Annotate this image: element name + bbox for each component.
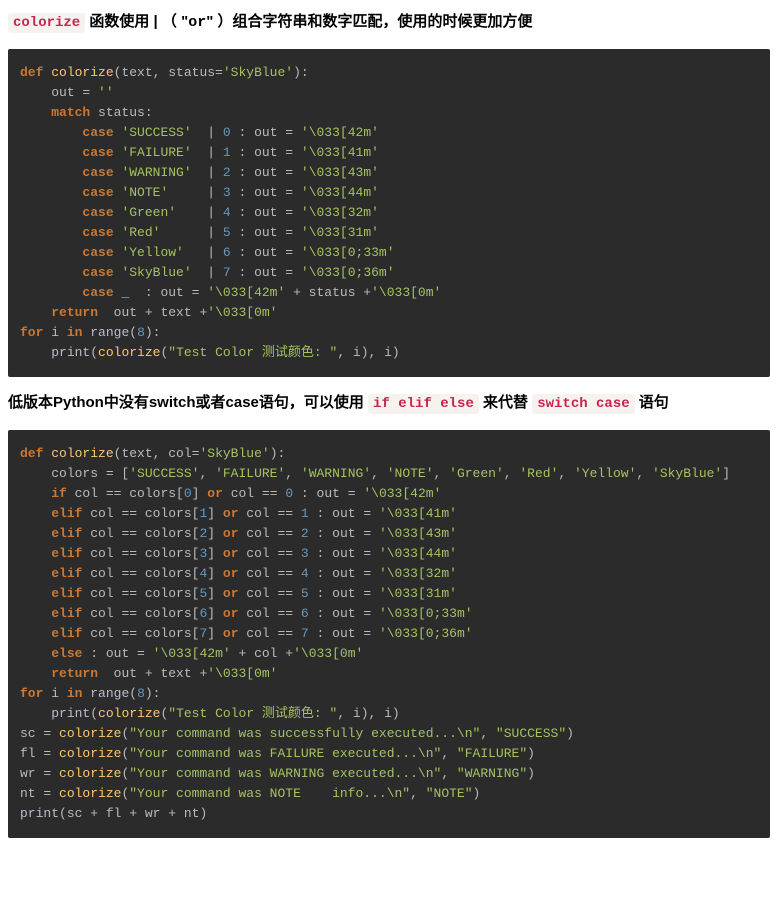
code-line: case 'FAILURE' | 1 : out = '\033[41m' (20, 143, 758, 163)
code-line: fl = colorize("Your command was FAILURE … (20, 744, 758, 764)
heading-text: " ）组合字符串和数字匹配，使用的时候更加方便 (206, 13, 532, 30)
inline-code-if-elif-else: if elif else (368, 394, 479, 414)
code-line: case 'NOTE' | 3 : out = '\033[44m' (20, 183, 758, 203)
code-line: elif col == colors[1] or col == 1 : out … (20, 504, 758, 524)
code-line: elif col == colors[2] or col == 2 : out … (20, 524, 758, 544)
code-line: elif col == colors[5] or col == 5 : out … (20, 584, 758, 604)
heading-text: 来代替 (479, 394, 532, 411)
heading-text: 语句 (635, 394, 669, 411)
code-line: elif col == colors[4] or col == 4 : out … (20, 564, 758, 584)
code-line: case 'SkyBlue' | 7 : out = '\033[0;36m' (20, 263, 758, 283)
code-line: print(colorize("Test Color 测试颜色: ", i), … (20, 343, 758, 363)
code-line: elif col == colors[6] or col == 6 : out … (20, 604, 758, 624)
code-line: elif col == colors[7] or col == 7 : out … (20, 624, 758, 644)
code-line: print(colorize("Test Color 测试颜色: ", i), … (20, 704, 758, 724)
code-line: elif col == colors[3] or col == 3 : out … (20, 544, 758, 564)
code-line: match status: (20, 103, 758, 123)
code-line: if col == colors[0] or col == 0 : out = … (20, 484, 758, 504)
code-line: wr = colorize("Your command was WARNING … (20, 764, 758, 784)
inline-code-switch-case: switch case (532, 394, 634, 414)
code-line: case 'WARNING' | 2 : out = '\033[43m' (20, 163, 758, 183)
heading-colorize-pipe-or: colorize 函数使用 | （ "or" ）组合字符串和数字匹配，使用的时候… (8, 10, 770, 35)
code-line: return out + text +'\033[0m' (20, 303, 758, 323)
heading-text: 函数使用 | （ " (85, 13, 188, 30)
code-line: print(sc + fl + wr + nt) (20, 804, 758, 824)
code-line: for i in range(8): (20, 323, 758, 343)
code-line: case 'Yellow' | 6 : out = '\033[0;33m' (20, 243, 758, 263)
code-line: case 'Red' | 5 : out = '\033[31m' (20, 223, 758, 243)
code-line: nt = colorize("Your command was NOTE inf… (20, 784, 758, 804)
heading-if-elif-else: 低版本Python中没有switch或者case语句，可以使用 if elif … (8, 391, 770, 416)
code-line: out = '' (20, 83, 758, 103)
inline-code-colorize: colorize (8, 13, 85, 33)
code-line: else : out = '\033[42m' + col +'\033[0m' (20, 644, 758, 664)
heading-text: 低版本Python中没有switch或者case语句，可以使用 (8, 394, 368, 411)
code-line: def colorize(text, col='SkyBlue'): (20, 444, 758, 464)
code-line: sc = colorize("Your command was successf… (20, 724, 758, 744)
code-block-if-elif: def colorize(text, col='SkyBlue'): color… (8, 430, 770, 838)
code-block-match-case: def colorize(text, status='SkyBlue'): ou… (8, 49, 770, 377)
code-line: colors = ['SUCCESS', 'FAILURE', 'WARNING… (20, 464, 758, 484)
code-line: case _ : out = '\033[42m' + status +'\03… (20, 283, 758, 303)
code-line: return out + text +'\033[0m' (20, 664, 758, 684)
code-line: def colorize(text, status='SkyBlue'): (20, 63, 758, 83)
code-line: case 'Green' | 4 : out = '\033[32m' (20, 203, 758, 223)
code-line: case 'SUCCESS' | 0 : out = '\033[42m' (20, 123, 758, 143)
heading-or-keyword: or (188, 14, 206, 31)
code-line: for i in range(8): (20, 684, 758, 704)
